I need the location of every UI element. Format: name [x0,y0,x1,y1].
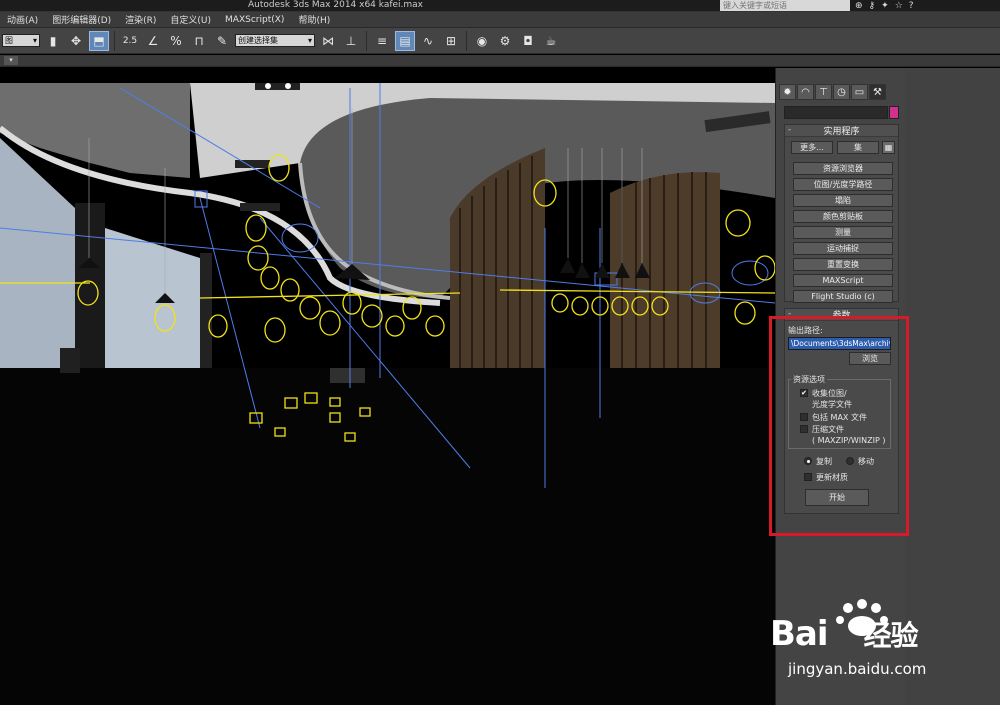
material-editor-icon[interactable]: ◉ [472,31,492,51]
hammer-icon: ⚒ [873,86,882,98]
menu-graph-editors[interactable]: 图形编辑器(D) [45,13,118,26]
highlight-box [769,316,909,536]
utility-bitmap-path[interactable]: 位图/光度学路径 [793,178,893,191]
utility-color-clipboard[interactable]: 颜色剪贴板 [793,210,893,223]
bookmark-icon[interactable]: ▮ [43,31,63,51]
separator [114,30,115,51]
tab-display[interactable]: ▭ [851,84,868,100]
configure-sets-button[interactable]: ▦ [882,141,895,154]
align-icon[interactable]: ⊥ [341,31,361,51]
percent-snap-icon[interactable]: % [166,31,186,51]
utility-motion-capture[interactable]: 运动捕捉 [793,242,893,255]
separator [366,30,367,51]
object-color-swatch[interactable] [889,106,899,119]
utility-asset-browser[interactable]: 资源浏览器 [793,162,893,175]
snap-toggle-button[interactable]: 2.5 [120,31,140,51]
sun-icon: ✹ [783,86,792,98]
ribbon-strip: ▾ [0,55,1000,67]
select-manipulate-icon[interactable]: ⬒ [89,30,109,51]
tools-icon[interactable]: ✦ [881,1,889,11]
scene-render [0,83,775,705]
utilities-rollout-title[interactable]: - 实用程序 [785,125,898,137]
window-title: Autodesk 3ds Max 2014 x64 kafei.max [248,0,424,10]
monitor-icon: ▭ [854,86,865,98]
rendered-frame-icon[interactable]: ◘ [518,31,538,51]
menu-rendering[interactable]: 渲染(R) [118,13,163,26]
search-input[interactable] [720,0,850,11]
render-production-icon[interactable]: ☕ [541,31,561,51]
menu-maxscript[interactable]: MAXScript(X) [218,15,291,25]
chevron-down-icon: ▾ [32,36,37,45]
mirror-icon[interactable]: ⋈ [318,31,338,51]
utility-collapse[interactable]: 塌陷 [793,194,893,207]
help-icon[interactable]: ? [909,1,914,11]
chevron-down-icon: ▾ [307,36,312,45]
object-name-field[interactable] [784,106,888,119]
menu-bar: 动画(A) 图形编辑器(D) 渲染(R) 自定义(U) MAXScript(X)… [0,12,1000,28]
title-bar: Autodesk 3ds Max 2014 x64 kafei.max ⊕ ⚷ … [0,0,1000,12]
separator [466,30,467,51]
menu-help[interactable]: 帮助(H) [291,13,337,26]
utility-flight-studio[interactable]: Flight Studio (c) [793,290,893,303]
hierarchy-icon: ⊤ [819,86,828,98]
menu-animation[interactable]: 动画(A) [0,13,45,26]
tab-create[interactable]: ✹ [779,84,796,100]
binoculars-icon[interactable]: ⊕ [855,1,863,11]
sets-button[interactable]: 集 [837,141,879,154]
command-panel-tabs: ✹ ◠ ⊤ ◷ ▭ ⚒ [779,84,886,100]
named-selection-dropdown[interactable]: 创建选择集 ▾ [235,34,315,47]
curve-icon: ◠ [801,86,810,98]
render-setup-icon[interactable]: ⚙ [495,31,515,51]
edit-named-selection-icon[interactable]: ✎ [212,31,232,51]
select-move-icon[interactable]: ✥ [66,31,86,51]
key-icon[interactable]: ⚷ [869,1,876,11]
star-icon[interactable]: ☆ [895,1,903,11]
watermark-brand: Bai 经验 [770,614,919,654]
scene-explorer-icon[interactable]: ▤ [395,30,415,51]
perspective-viewport[interactable] [0,68,775,705]
ribbon-toggle-icon[interactable]: ▾ [4,56,18,65]
baidu-watermark: Bai 经验 jingyan.baidu.com [770,598,995,688]
configure-icon: ▦ [884,143,893,152]
view-dropdown[interactable]: 图 ▾ [2,34,40,47]
utility-measure[interactable]: 测量 [793,226,893,239]
utility-maxscript[interactable]: MAXScript [793,274,893,287]
schematic-view-icon[interactable]: ⊞ [441,31,461,51]
menu-customize[interactable]: 自定义(U) [163,13,218,26]
collapse-icon: - [788,125,792,135]
tab-modify[interactable]: ◠ [797,84,814,100]
tab-motion[interactable]: ◷ [833,84,850,100]
curve-editor-icon[interactable]: ∿ [418,31,438,51]
watermark-url: jingyan.baidu.com [788,660,927,678]
clock-icon: ◷ [837,86,846,98]
spinner-snap-icon[interactable]: ⊓ [189,31,209,51]
angle-snap-icon[interactable]: ∠ [143,31,163,51]
layer-manager-icon[interactable]: ≡ [372,31,392,51]
more-button[interactable]: 更多... [791,141,833,154]
tab-utilities[interactable]: ⚒ [869,84,886,100]
tab-hierarchy[interactable]: ⊤ [815,84,832,100]
main-toolbar: 图 ▾ ▮ ✥ ⬒ 2.5 ∠ % ⊓ ✎ 创建选择集 ▾ ⋈ ⊥ ≡ ▤ ∿ ⊞ … [0,28,1000,54]
utilities-rollout: - 实用程序 更多... 集 ▦ 资源浏览器 位图/光度学路径 塌陷 颜色剪贴板… [784,124,899,303]
info-center: ⊕ ⚷ ✦ ☆ ? [855,1,914,11]
utility-reset-xform[interactable]: 重置变换 [793,258,893,271]
